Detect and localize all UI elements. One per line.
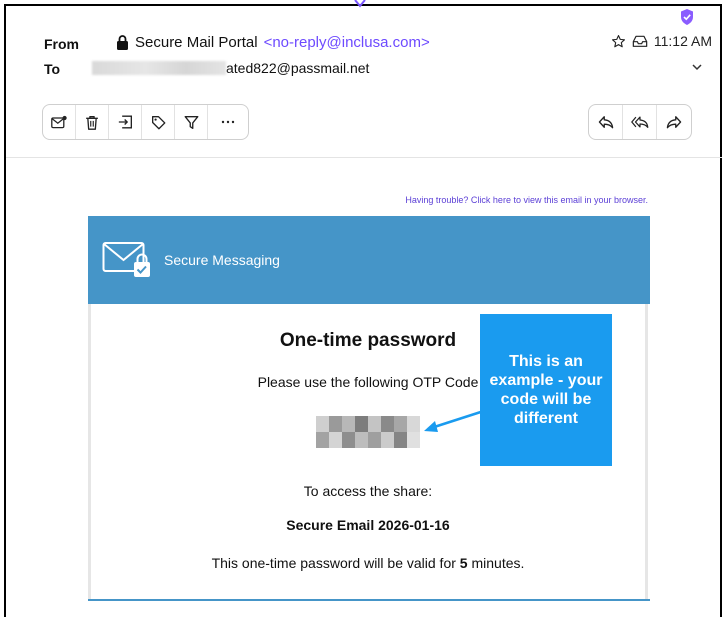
validity-text: This one-time password will be valid for… <box>88 555 648 571</box>
more-dots-icon <box>221 120 235 124</box>
from-label: From <box>44 36 79 52</box>
example-callout: This is an example - your code will be d… <box>480 314 612 466</box>
caret-down-icon <box>354 0 366 8</box>
header-divider <box>6 157 722 158</box>
card-bottom-border <box>88 599 650 601</box>
filter-icon <box>184 115 198 129</box>
inbox-icon[interactable] <box>632 34 648 48</box>
lock-icon <box>117 35 128 50</box>
share-name: Secure Email 2026-01-16 <box>286 517 450 533</box>
sender[interactable]: Secure Mail Portal <no-reply@inclusa.com… <box>116 34 430 51</box>
message-toolbar <box>42 104 249 140</box>
banner-title: Secure Messaging <box>164 252 280 268</box>
envelope-dot-icon <box>51 115 67 129</box>
validity-minutes: 5 <box>459 555 468 571</box>
more-button[interactable] <box>208 105 248 139</box>
reply-button[interactable] <box>589 105 623 139</box>
star-icon[interactable] <box>611 34 626 49</box>
secure-envelope-icon <box>102 242 150 277</box>
email-banner: Secure Messaging <box>88 216 650 304</box>
sender-name: Secure Mail Portal <box>135 34 258 51</box>
reply-all-icon <box>630 116 648 128</box>
recipient-email: ated822@passmail.net <box>226 60 370 76</box>
validity-suffix: minutes. <box>467 555 525 571</box>
message-meta: 11:12 AM <box>611 33 712 49</box>
move-to-folder-icon <box>118 115 132 129</box>
validity-prefix: This one-time password will be valid for <box>211 555 460 571</box>
label-button[interactable] <box>142 105 175 139</box>
reply-icon <box>598 116 613 129</box>
tag-icon <box>151 115 165 129</box>
reply-all-button[interactable] <box>623 105 657 139</box>
move-button[interactable] <box>109 105 142 139</box>
callout-text: This is an example - your code will be d… <box>489 353 603 427</box>
message-time: 11:12 AM <box>653 33 712 49</box>
mark-unread-button[interactable] <box>43 105 76 139</box>
chevron-down-icon[interactable] <box>690 60 704 74</box>
forward-icon <box>666 116 682 129</box>
recipient[interactable]: ated822@passmail.net <box>92 60 369 76</box>
to-label: To <box>44 61 61 77</box>
delete-button[interactable] <box>76 105 109 139</box>
access-text: To access the share: <box>303 483 433 499</box>
trash-icon <box>86 115 98 130</box>
sender-email[interactable]: <no-reply@inclusa.com> <box>264 34 430 51</box>
redacted-recipient <box>92 61 226 75</box>
forward-button[interactable] <box>657 105 691 139</box>
reply-toolbar <box>588 104 692 140</box>
filter-button[interactable] <box>175 105 208 139</box>
pixelated-otp-code <box>316 416 420 448</box>
view-in-browser-link[interactable]: Having trouble? Click here to view this … <box>88 195 648 205</box>
shield-check-icon[interactable] <box>680 9 694 25</box>
